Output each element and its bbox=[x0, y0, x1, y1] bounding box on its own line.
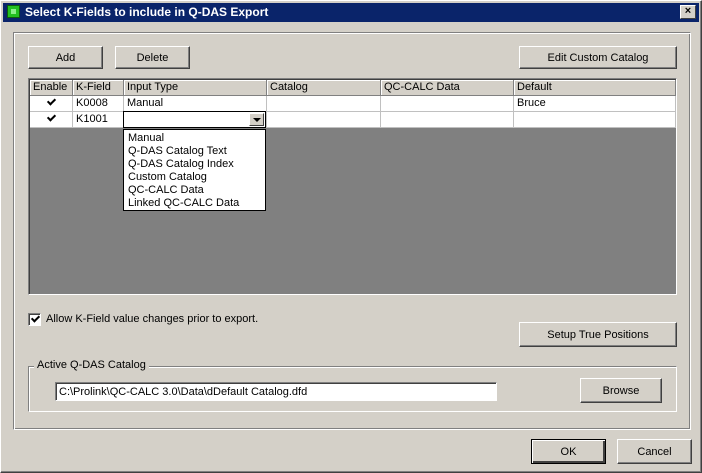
enable-cell[interactable] bbox=[30, 112, 73, 128]
chevron-down-icon[interactable] bbox=[249, 113, 264, 126]
delete-button-label: Delete bbox=[136, 51, 169, 64]
dropdown-option-qdas-catalog-text[interactable]: Q-DAS Catalog Text bbox=[124, 145, 265, 158]
add-button[interactable]: Add bbox=[28, 46, 103, 69]
catalog-cell[interactable] bbox=[267, 112, 381, 128]
qc-calc-data-cell[interactable] bbox=[381, 112, 514, 128]
input-type-combo[interactable] bbox=[123, 111, 266, 128]
allow-changes-label[interactable]: Allow K-Field value changes prior to exp… bbox=[46, 313, 258, 325]
column-header-qc-calc-data[interactable]: QC-CALC Data bbox=[381, 80, 514, 96]
catalog-path-field[interactable] bbox=[55, 382, 497, 401]
dropdown-option-custom-catalog[interactable]: Custom Catalog bbox=[124, 171, 265, 184]
column-header-input-type[interactable]: Input Type bbox=[124, 80, 267, 96]
default-cell[interactable] bbox=[514, 112, 676, 128]
dropdown-option-qc-calc-data[interactable]: QC-CALC Data bbox=[124, 184, 265, 197]
edit-custom-catalog-label: Edit Custom Catalog bbox=[547, 51, 649, 64]
column-header-default[interactable]: Default bbox=[514, 80, 676, 96]
column-header-enable[interactable]: Enable bbox=[30, 80, 73, 96]
column-header-catalog[interactable]: Catalog bbox=[267, 80, 381, 96]
dropdown-option-manual[interactable]: Manual bbox=[124, 132, 265, 145]
cancel-button[interactable]: Cancel bbox=[617, 439, 692, 464]
allow-changes-checkbox[interactable] bbox=[28, 313, 41, 326]
ok-button[interactable]: OK bbox=[531, 439, 606, 464]
input-type-cell[interactable]: Manual bbox=[124, 96, 267, 112]
window-title: Select K-Fields to include in Q-DAS Expo… bbox=[25, 5, 269, 19]
close-icon: × bbox=[684, 5, 692, 17]
dropdown-option-linked-qc-calc-data[interactable]: Linked QC-CALC Data bbox=[124, 197, 265, 210]
checkmark-icon bbox=[30, 314, 40, 324]
checkmark-icon bbox=[46, 97, 56, 107]
add-button-label: Add bbox=[55, 51, 76, 64]
active-catalog-group-title: Active Q-DAS Catalog bbox=[34, 359, 149, 371]
setup-true-positions-label: Setup True Positions bbox=[547, 328, 649, 341]
edit-custom-catalog-button[interactable]: Edit Custom Catalog bbox=[519, 46, 677, 69]
setup-true-positions-button[interactable]: Setup True Positions bbox=[519, 322, 677, 347]
app-icon bbox=[7, 5, 20, 18]
checkmark-icon bbox=[46, 113, 56, 123]
close-button[interactable]: × bbox=[680, 5, 696, 19]
title-bar[interactable]: Select K-Fields to include in Q-DAS Expo… bbox=[3, 3, 699, 22]
qc-calc-data-cell[interactable] bbox=[381, 96, 514, 112]
input-type-dropdown[interactable]: Manual Q-DAS Catalog Text Q-DAS Catalog … bbox=[123, 129, 266, 211]
kfield-cell[interactable]: K0008 bbox=[73, 96, 124, 112]
catalog-cell[interactable] bbox=[267, 96, 381, 112]
dialog-window: Select K-Fields to include in Q-DAS Expo… bbox=[0, 0, 702, 473]
column-header-kfield[interactable]: K-Field bbox=[73, 80, 124, 96]
enable-cell[interactable] bbox=[30, 96, 73, 112]
cancel-button-label: Cancel bbox=[637, 445, 672, 458]
delete-button[interactable]: Delete bbox=[115, 46, 190, 69]
dropdown-option-qdas-catalog-index[interactable]: Q-DAS Catalog Index bbox=[124, 158, 265, 171]
ok-button-label: OK bbox=[560, 445, 577, 458]
browse-button[interactable]: Browse bbox=[580, 378, 662, 403]
kfield-cell[interactable]: K1001 bbox=[73, 112, 124, 128]
browse-button-label: Browse bbox=[602, 384, 640, 397]
default-cell[interactable]: Bruce bbox=[514, 96, 676, 112]
